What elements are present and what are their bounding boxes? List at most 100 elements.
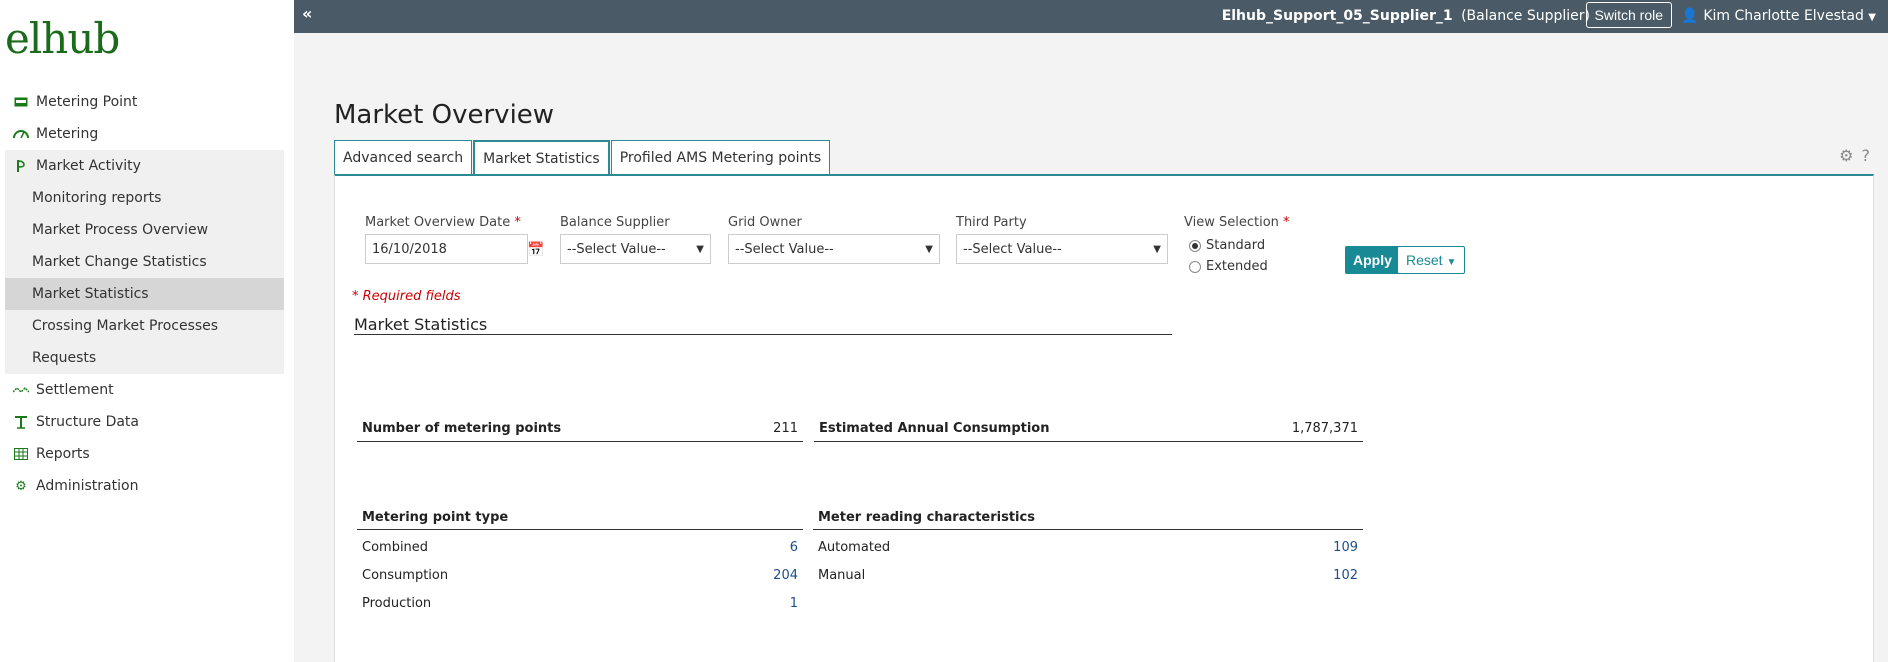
required-fields-note: * Required fields <box>352 289 461 304</box>
select-value: --Select Value-- <box>567 241 666 257</box>
sidebar-sub-market-change-statistics[interactable]: Market Change Statistics <box>5 246 284 278</box>
grid-owner-label: Grid Owner <box>728 215 802 230</box>
sidebar-item-label: Structure Data <box>36 414 140 430</box>
row-label: Automated <box>818 539 891 555</box>
apply-button[interactable]: Apply <box>1345 246 1400 274</box>
sidebar-item-metering-point[interactable]: Metering Point <box>5 86 284 118</box>
view-selection-label: View Selection * <box>1184 215 1290 230</box>
row-value-link[interactable]: 204 <box>773 568 798 583</box>
user-org: Elhub_Support_05_Supplier_1 <box>1221 8 1453 24</box>
view-selection-text: View Selection <box>1184 215 1279 230</box>
view-extended-radio[interactable]: Extended <box>1189 259 1268 274</box>
radio-unchecked[interactable] <box>1189 260 1201 273</box>
tab-advanced-search[interactable]: Advanced search <box>334 140 473 174</box>
sidebar-sub-monitoring-reports[interactable]: Monitoring reports <box>5 182 284 214</box>
top-bar: « Elhub_Support_05_Supplier_1 (Balance S… <box>294 0 1888 33</box>
grid-owner-select[interactable]: --Select Value-- ▼ <box>728 234 940 264</box>
select-value: --Select Value-- <box>735 241 834 257</box>
user-role-info: Elhub_Support_05_Supplier_1 (Balance Sup… <box>1222 8 1590 24</box>
collapse-sidebar-icon[interactable]: « <box>302 4 312 23</box>
reset-label: Reset <box>1406 252 1443 268</box>
tab-bar: Advanced search Market Statistics Profil… <box>334 140 831 175</box>
user-name: Kim Charlotte Elvestad <box>1703 8 1864 24</box>
chevron-down-icon: ▼ <box>1153 243 1161 255</box>
reading-header: Meter reading characteristics <box>813 506 1363 530</box>
user-menu[interactable]: 👤 Kim Charlotte Elvestad ▼ <box>1681 8 1876 24</box>
market-overview-date-input[interactable]: 16/10/2018 <box>365 234 528 264</box>
settings-gear-icon[interactable]: ⚙ <box>1839 146 1853 165</box>
kv-value: 211 <box>773 421 798 436</box>
market-activity-icon <box>12 157 30 175</box>
sidebar-item-administration[interactable]: ⚙ Administration <box>5 470 284 502</box>
required-marker: * <box>1283 215 1290 230</box>
annual-consumption-row: Estimated Annual Consumption 1,787,371 <box>814 416 1363 442</box>
tab-profiled-ams[interactable]: Profiled AMS Metering points <box>610 140 831 174</box>
kv-label: Number of metering points <box>362 421 562 436</box>
meter-box-icon <box>12 93 30 111</box>
user-icon: 👤 <box>1681 8 1699 24</box>
radio-label: Standard <box>1206 238 1266 253</box>
help-icon[interactable]: ? <box>1862 146 1871 165</box>
sidebar-item-market-activity[interactable]: Market Activity <box>5 150 284 182</box>
sidebar-item-settlement[interactable]: Settlement <box>5 374 284 406</box>
chevron-down-icon: ▼ <box>925 243 933 255</box>
list-item: Consumption 204 <box>357 561 803 589</box>
row-label: Manual <box>818 567 866 583</box>
switch-role-button[interactable]: Switch role <box>1585 2 1672 28</box>
kv-label: Estimated Annual Consumption <box>819 421 1050 436</box>
table-icon <box>12 445 30 463</box>
radio-checked[interactable] <box>1189 239 1201 252</box>
row-value-link[interactable]: 102 <box>1333 568 1358 583</box>
sidebar-sub-market-statistics[interactable]: Market Statistics <box>5 278 284 310</box>
list-item: Production 1 <box>357 589 803 617</box>
view-standard-radio[interactable]: Standard <box>1189 238 1265 253</box>
list-item: Manual 102 <box>813 561 1363 589</box>
tab-market-statistics[interactable]: Market Statistics <box>473 140 610 175</box>
reset-button[interactable]: Reset ▼ <box>1397 246 1466 274</box>
elhub-logo[interactable]: elhub <box>5 14 120 63</box>
market-activity-group: Market Activity Monitoring reports Marke… <box>5 150 284 374</box>
page-title: Market Overview <box>334 100 555 130</box>
sidebar-item-label: Market Activity <box>36 158 141 174</box>
row-label: Combined <box>362 539 429 555</box>
chevron-down-icon: ▼ <box>1446 257 1457 268</box>
sidebar-item-reports[interactable]: Reports <box>5 438 284 470</box>
balance-supplier-select[interactable]: --Select Value-- ▼ <box>560 234 711 264</box>
list-item: Automated 109 <box>813 533 1363 561</box>
sidebar-item-label: Reports <box>36 446 90 462</box>
row-value-link[interactable]: 6 <box>790 540 798 555</box>
sidebar-item-label: Metering Point <box>36 94 138 110</box>
sidebar-item-label: Settlement <box>36 382 114 398</box>
third-party-label: Third Party <box>956 215 1027 230</box>
list-item: Combined 6 <box>357 533 803 561</box>
sidebar-sub-market-process-overview[interactable]: Market Process Overview <box>5 214 284 246</box>
sidebar-item-structure-data[interactable]: Structure Data <box>5 406 284 438</box>
num-metering-points-row: Number of metering points 211 <box>357 416 803 442</box>
sidebar-nav: Metering Point Metering Market Activity … <box>5 86 284 502</box>
row-label: Production <box>362 595 432 611</box>
sidebar-sub-requests[interactable]: Requests <box>5 342 284 374</box>
gauge-icon <box>12 125 30 143</box>
sidebar: elhub Metering Point Metering Market Act… <box>0 0 294 662</box>
calendar-icon[interactable]: 📅 <box>527 242 544 258</box>
gear-icon: ⚙ <box>15 478 27 494</box>
chevron-down-icon: ▼ <box>696 243 704 255</box>
settlement-icon <box>12 381 30 399</box>
sidebar-item-metering[interactable]: Metering <box>5 118 284 150</box>
sidebar-item-label: Metering <box>36 126 99 142</box>
date-label: Market Overview Date * <box>365 215 521 230</box>
user-role: (Balance Supplier) <box>1461 8 1590 24</box>
row-value-link[interactable]: 1 <box>790 596 798 611</box>
radio-label: Extended <box>1206 259 1268 274</box>
row-label: Consumption <box>362 567 449 583</box>
balance-supplier-label: Balance Supplier <box>560 215 670 230</box>
chevron-down-icon: ▼ <box>1868 12 1876 23</box>
select-value: --Select Value-- <box>963 241 1062 257</box>
mp-type-header: Metering point type <box>357 506 803 530</box>
third-party-select[interactable]: --Select Value-- ▼ <box>956 234 1168 264</box>
sidebar-item-label: Administration <box>36 478 139 494</box>
sidebar-sub-crossing-market-processes[interactable]: Crossing Market Processes <box>5 310 284 342</box>
section-title: Market Statistics <box>354 315 1172 335</box>
row-value-link[interactable]: 109 <box>1333 540 1358 555</box>
page-tools: ⚙ ? <box>1839 146 1870 165</box>
